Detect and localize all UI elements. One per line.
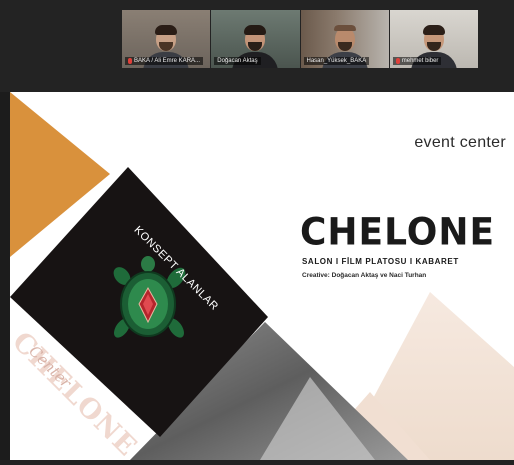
participant-nameplate: Hasan_Yüksek_BAKA xyxy=(303,57,370,65)
participant-tile[interactable]: BAKA / Ali Emre KARA... xyxy=(122,10,211,68)
shared-screen-slide: KONSEPT ALANLAR CHELONE Center event cen… xyxy=(10,92,514,460)
participant-strip: BAKA / Ali Emre KARA... Doğacan Aktaş Ha… xyxy=(122,10,478,68)
participant-nameplate: mehmet biber xyxy=(392,57,442,65)
participant-tile-active-speaker[interactable]: Doğacan Aktaş xyxy=(211,10,300,68)
brand-title: CHELONE xyxy=(300,210,496,255)
event-center-label: event center xyxy=(414,134,506,151)
meeting-toolbar: BAKA / Ali Emre KARA... Doğacan Aktaş Ha… xyxy=(0,0,514,92)
participant-name: Hasan_Yüksek_BAKA xyxy=(306,58,367,64)
participant-tile[interactable]: Hasan_Yüksek_BAKA xyxy=(300,10,389,68)
bottom-edge xyxy=(0,460,514,465)
brand-subtitle: SALON I FİLM PLATOSU I KABARET xyxy=(302,257,459,266)
participant-name: Doğacan Aktaş xyxy=(217,58,258,64)
participant-tile[interactable]: mehmet biber xyxy=(389,10,478,68)
mic-muted-icon xyxy=(128,58,132,64)
participant-name: BAKA / Ali Emre KARA... xyxy=(134,58,201,64)
creative-credit: Creative: Doğacan Aktaş ve Naci Turhan xyxy=(302,272,427,279)
participant-nameplate: BAKA / Ali Emre KARA... xyxy=(125,57,204,65)
participant-nameplate: Doğacan Aktaş xyxy=(214,57,261,65)
mic-muted-icon xyxy=(395,58,400,64)
participant-name: mehmet biber xyxy=(401,58,439,64)
